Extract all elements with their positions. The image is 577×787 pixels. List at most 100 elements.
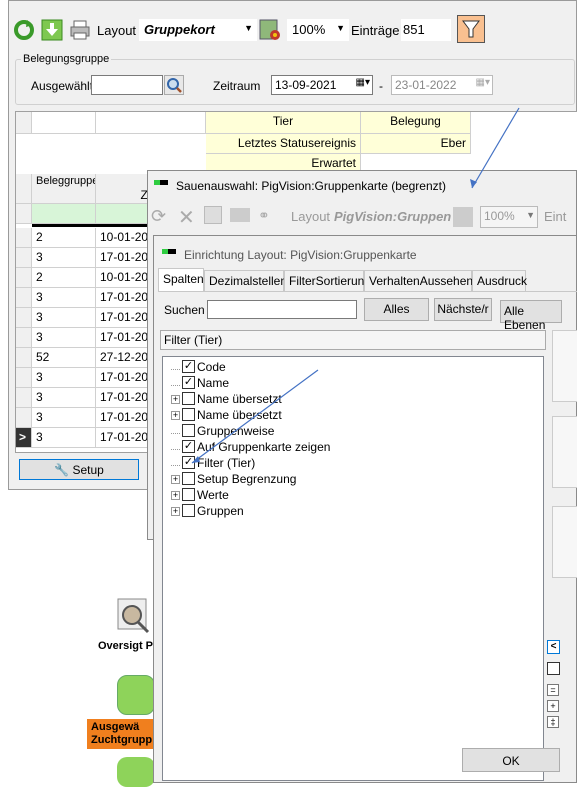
expand-icon[interactable]: + (171, 411, 180, 421)
cell-beleggruppe[interactable]: 3 (32, 408, 96, 428)
checkbox[interactable]: ✓ (182, 360, 195, 374)
close-icon[interactable]: ✕ (178, 205, 195, 230)
tab-verhaltenaussehen[interactable]: VerhaltenAussehen (364, 270, 473, 291)
cell-beleggruppe[interactable]: 52 (32, 348, 96, 368)
next-button[interactable]: Nächste/r (434, 298, 492, 321)
tree-item[interactable]: ✓ Code (171, 360, 226, 376)
tree-line (171, 381, 180, 387)
row-header[interactable] (16, 268, 32, 288)
checkbox[interactable] (182, 392, 195, 406)
binoculars-icon[interactable]: ⚭ (258, 207, 270, 224)
setup-button[interactable]: 🔧 Setup (19, 459, 139, 480)
row-header[interactable] (16, 248, 32, 268)
cell-beleggruppe[interactable]: 3 (32, 288, 96, 308)
cell-beleggruppe[interactable]: 3 (32, 328, 96, 348)
cell-beleggruppe[interactable]: 2 (32, 268, 96, 288)
tree-item[interactable]: ✓ Name (171, 376, 229, 392)
expand-icon[interactable]: + (171, 395, 180, 405)
row-header[interactable] (16, 228, 32, 248)
oversigt-label: Oversigt Po (98, 640, 160, 652)
move-left-button[interactable]: < (547, 640, 560, 654)
dialog1-toolbar: ⟳ ✕ ⚭ Layout PigVision:Gruppen 100% ▼ Ein… (148, 205, 577, 231)
window-icon (154, 180, 168, 185)
tab-spalten[interactable]: Spalten (158, 268, 204, 291)
row-header[interactable] (16, 288, 32, 308)
cell-beleggruppe[interactable]: 3 (32, 388, 96, 408)
search-input[interactable] (207, 300, 357, 319)
green-node[interactable] (117, 675, 155, 715)
col-header-beleggruppe[interactable]: Beleggruppe (32, 174, 96, 204)
dialog1-zoom-value: 100% (484, 209, 515, 223)
checkbox[interactable] (182, 408, 195, 422)
expand-icon[interactable]: + (171, 475, 180, 485)
tab-filtersortierung[interactable]: FilterSortierung (284, 270, 371, 291)
date-from-picker[interactable]: 13-09-2021 ▦▾ (271, 75, 373, 95)
tree-item[interactable]: + Name übersetzt (171, 392, 282, 408)
ok-button[interactable]: OK (462, 748, 560, 772)
plus-button[interactable]: + (547, 700, 559, 712)
row-header[interactable] (16, 408, 32, 428)
cell-beleggruppe[interactable]: 2 (32, 228, 96, 248)
period-label: Zeitraum (213, 79, 261, 93)
layout-settings-icon[interactable] (259, 19, 281, 41)
tab-dezimalstellen[interactable]: Dezimalstellen (204, 270, 287, 291)
cell-beleggruppe[interactable]: 3 (32, 248, 96, 268)
cell-beleggruppe[interactable]: 3 (32, 428, 96, 448)
row-header[interactable] (16, 368, 32, 388)
updown-button[interactable]: ‡ (547, 716, 559, 728)
checkbox[interactable] (182, 472, 195, 486)
checkbox[interactable] (182, 424, 195, 438)
row-header[interactable]: > (16, 428, 32, 448)
tree-item[interactable]: + Werte (171, 488, 229, 504)
dialog1-zoom[interactable]: 100% ▼ (480, 206, 538, 228)
all-button[interactable]: Alles (364, 298, 429, 321)
checkbox[interactable]: ✓ (182, 456, 195, 470)
checkbox[interactable]: ✓ (182, 376, 195, 390)
entries-label: Einträge (351, 23, 400, 38)
filter-icon[interactable] (457, 15, 485, 43)
tree-item[interactable]: ✓ Auf Gruppenkarte zeigen (171, 440, 330, 456)
checkbox-side[interactable] (547, 662, 560, 675)
tab-ausdruck[interactable]: Ausdruck (472, 270, 527, 291)
tree-item[interactable]: Gruppenweise (171, 424, 274, 440)
layout-settings-icon[interactable] (453, 207, 473, 227)
row-header[interactable] (16, 308, 32, 328)
row-header[interactable] (16, 388, 32, 408)
print-icon[interactable] (230, 208, 250, 222)
refresh-icon[interactable]: ⟳ (151, 206, 166, 227)
row-header[interactable] (16, 328, 32, 348)
checkbox[interactable] (182, 504, 195, 518)
date-to-picker[interactable]: 23-01-2022 ▦▾ (391, 75, 493, 95)
download-icon[interactable] (204, 206, 222, 224)
layout-value: Gruppekort (144, 22, 215, 37)
search-icon[interactable] (164, 75, 184, 95)
expand-icon[interactable]: + (171, 491, 180, 501)
cell-beleggruppe[interactable]: 3 (32, 368, 96, 388)
refresh-icon[interactable] (13, 19, 35, 41)
checkbox[interactable]: ✓ (182, 440, 195, 454)
row-header[interactable] (16, 348, 32, 368)
zoom-combo[interactable]: 100% ▼ (287, 19, 349, 41)
group-label: Belegungsgruppe (21, 53, 112, 65)
tree-item[interactable]: ✓ Filter (Tier) (171, 456, 255, 472)
ausgewaehlt-line1: Ausgewä (91, 721, 140, 733)
print-icon[interactable] (69, 19, 91, 41)
einrichtung-layout-dialog: Einrichtung Layout: PigVision:Gruppenkar… (153, 235, 577, 783)
date-dash: - (379, 79, 383, 93)
right-panel-1 (552, 330, 577, 402)
equal-button[interactable]: = (547, 684, 559, 696)
selected-input[interactable] (91, 75, 163, 95)
tree-item-label: Auf Gruppenkarte zeigen (197, 440, 331, 454)
all-levels-button[interactable]: Alle Ebenen (500, 300, 562, 332)
dialog1-layout-value[interactable]: PigVision:Gruppen (334, 209, 451, 224)
dialog1-entries-label: Eint (544, 209, 567, 224)
oversigt-icon[interactable] (116, 597, 152, 635)
tree-item[interactable]: + Name übersetzt (171, 408, 282, 424)
checkbox[interactable] (182, 488, 195, 502)
expand-icon[interactable]: + (171, 507, 180, 517)
cell-beleggruppe[interactable]: 3 (32, 308, 96, 328)
tree-item[interactable]: + Gruppen (171, 504, 244, 520)
layout-combo[interactable]: Gruppekort ▼ (139, 19, 257, 41)
tree-item[interactable]: + Setup Begrenzung (171, 472, 296, 488)
download-icon[interactable] (41, 19, 63, 41)
